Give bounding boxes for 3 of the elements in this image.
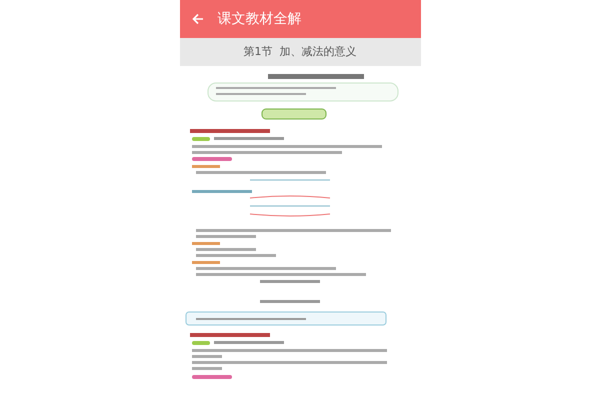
- back-icon[interactable]: [192, 13, 204, 25]
- section-title: 第1节 加、减法的意义: [244, 44, 356, 60]
- screen-title: 课文教材全解: [218, 10, 302, 28]
